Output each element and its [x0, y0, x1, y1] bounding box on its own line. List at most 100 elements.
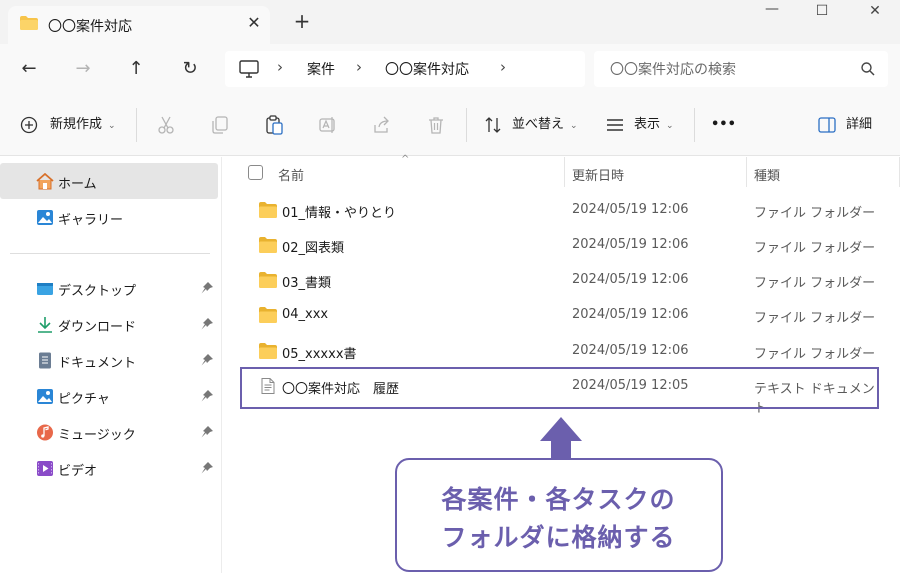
search-placeholder: 〇〇案件対応の検索	[610, 62, 736, 78]
pin-icon[interactable]	[200, 317, 214, 331]
maximize-button[interactable]: ☐	[807, 3, 837, 25]
breadcrumb-separator[interactable]: ›	[277, 58, 283, 76]
sidebar-item-gallery[interactable]: ギャラリー	[0, 199, 218, 235]
file-row[interactable]: 03_書類 2024/05/19 12:06 ファイル フォルダー	[240, 263, 880, 298]
home-icon	[36, 173, 54, 190]
file-date: 2024/05/19 12:06	[572, 237, 689, 252]
pin-icon[interactable]	[200, 281, 214, 295]
computer-icon	[239, 60, 259, 78]
sidebar-item-desktop[interactable]: デスクトップ	[0, 270, 218, 306]
pictures-icon	[37, 389, 53, 404]
file-name: 02_図表類	[282, 241, 345, 256]
sidebar-item-documents[interactable]: ドキュメント	[0, 342, 218, 378]
more-options-button[interactable]: •••	[711, 113, 736, 137]
sort-button[interactable]: 並べ替え ⌄	[484, 113, 578, 137]
file-row[interactable]: 02_図表類 2024/05/19 12:06 ファイル フォルダー	[240, 228, 880, 263]
search-input[interactable]: 〇〇案件対応の検索	[594, 51, 888, 87]
plus-circle-icon	[20, 116, 38, 134]
column-header-row: ^ 名前 更新日時 種類	[240, 154, 900, 187]
details-pane-label: 詳細	[846, 117, 873, 132]
new-button-label: 新規作成	[50, 117, 103, 132]
videos-icon	[37, 461, 53, 476]
sidebar-item-music[interactable]: ミュージック	[0, 414, 218, 450]
minimize-button[interactable]: —	[757, 1, 787, 23]
callout-text-line: フォルダに格納する	[441, 523, 676, 552]
close-window-button[interactable]: ✕	[860, 3, 890, 25]
download-icon	[38, 317, 52, 333]
delete-icon[interactable]	[426, 115, 446, 135]
pin-icon[interactable]	[200, 425, 214, 439]
file-row[interactable]: 05_xxxxx書 2024/05/19 12:06 ファイル フォルダー	[240, 334, 880, 369]
title-bar: 〇〇案件対応 ✕ + — ☐ ✕	[0, 0, 900, 44]
folder-icon	[259, 202, 277, 218]
sidebar-item-downloads[interactable]: ダウンロード	[0, 306, 218, 342]
breadcrumb-item[interactable]: 〇〇案件対応	[385, 59, 469, 79]
sidebar-item-videos[interactable]: ビデオ	[0, 450, 218, 486]
file-name: 05_xxxxx書	[282, 347, 357, 362]
folder-icon	[259, 343, 277, 359]
active-tab[interactable]: 〇〇案件対応 ✕	[8, 6, 270, 44]
details-pane-button[interactable]: 詳細	[818, 113, 872, 137]
file-date: 2024/05/19 12:06	[572, 272, 689, 287]
chevron-down-icon: ⌄	[666, 121, 674, 131]
pin-icon[interactable]	[200, 461, 214, 475]
file-type: ファイル フォルダー	[754, 347, 876, 362]
rename-icon[interactable]	[318, 115, 338, 135]
file-type: ファイル フォルダー	[754, 276, 876, 291]
folder-icon	[20, 16, 38, 30]
pin-icon[interactable]	[200, 389, 214, 403]
share-icon[interactable]	[372, 115, 392, 135]
address-bar[interactable]: › 案件 › 〇〇案件対応 ›	[225, 51, 585, 87]
annotation-callout: 各案件・各タスクの フォルダに格納する	[395, 458, 723, 572]
tab-close-button[interactable]: ✕	[244, 13, 264, 32]
new-button[interactable]: 新規作成 ⌄	[20, 113, 116, 137]
column-header-name[interactable]: 名前	[278, 165, 304, 184]
file-name: 01_情報・やりとり	[282, 206, 397, 221]
file-row[interactable]: 04_xxx 2024/05/19 12:06 ファイル フォルダー	[240, 298, 880, 333]
pin-icon[interactable]	[200, 353, 214, 367]
sidebar-item-home[interactable]: ホーム	[0, 163, 218, 199]
view-button[interactable]: 表示 ⌄	[606, 113, 674, 137]
sort-icon	[485, 117, 501, 133]
command-bar: 新規作成 ⌄ 並べ替え ⌄ 表示 ⌄ ••• 詳細	[0, 94, 900, 156]
forward-button[interactable]: →	[68, 54, 98, 84]
file-row[interactable]: 01_情報・やりとり 2024/05/19 12:06 ファイル フォルダー	[240, 193, 880, 228]
toolbar-divider	[466, 108, 467, 142]
breadcrumb-item[interactable]: 案件	[307, 59, 335, 79]
music-icon	[37, 424, 53, 441]
sidebar-item-label: ホーム	[58, 177, 97, 192]
view-icon	[607, 119, 623, 131]
copy-icon[interactable]	[210, 115, 230, 135]
refresh-button[interactable]: ↻	[175, 54, 205, 84]
callout-text-line: 各案件・各タスクの	[441, 485, 676, 514]
sidebar-divider	[10, 253, 210, 254]
sidebar-item-label: ビデオ	[58, 464, 98, 479]
desktop-icon	[37, 283, 53, 295]
details-pane-icon	[818, 117, 836, 133]
file-name: 03_書類	[282, 276, 332, 291]
sort-ascending-icon: ^	[401, 154, 410, 165]
new-tab-button[interactable]: +	[291, 9, 313, 33]
arrow-up-icon	[540, 417, 582, 463]
breadcrumb-separator[interactable]: ›	[500, 58, 506, 76]
breadcrumb-separator[interactable]: ›	[356, 58, 362, 76]
column-header-date[interactable]: 更新日時	[572, 165, 624, 184]
paste-icon[interactable]	[264, 115, 284, 135]
file-date: 2024/05/19 12:06	[572, 307, 689, 322]
select-all-checkbox[interactable]	[248, 165, 263, 180]
file-type: ファイル フォルダー	[754, 206, 876, 221]
back-button[interactable]: ←	[14, 54, 44, 84]
view-button-label: 表示	[634, 117, 661, 132]
navigation-pane: ホーム ギャラリー デスクトップ ダウンロード ドキュメント ピクチャ ミュージ…	[0, 157, 222, 573]
highlight-box	[240, 367, 879, 409]
folder-icon	[259, 237, 277, 253]
up-button[interactable]: ↑	[121, 54, 151, 84]
sidebar-item-pictures[interactable]: ピクチャ	[0, 378, 218, 414]
cut-icon[interactable]	[156, 115, 176, 135]
column-divider[interactable]	[564, 157, 565, 187]
chevron-down-icon: ⌄	[108, 121, 116, 131]
column-header-type[interactable]: 種類	[754, 165, 780, 184]
column-divider[interactable]	[746, 157, 747, 187]
file-type: ファイル フォルダー	[754, 241, 876, 256]
search-icon	[861, 62, 875, 76]
